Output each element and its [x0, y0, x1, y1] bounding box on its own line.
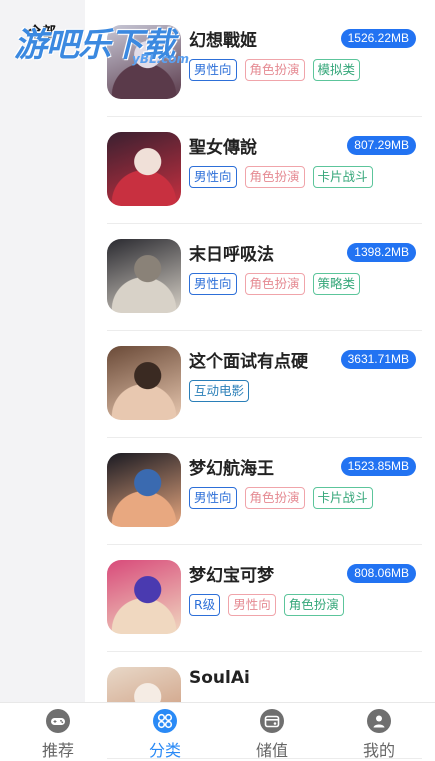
- tab-recommend[interactable]: 推荐: [4, 703, 112, 760]
- category-icon: [153, 709, 177, 733]
- game-tag: 男性向: [189, 166, 237, 188]
- game-name[interactable]: 聖女傳說: [189, 133, 257, 158]
- game-tag: 男性向: [228, 594, 276, 616]
- game-tags: 男性向 角色扮演 卡片战斗: [189, 487, 373, 509]
- game-tags: 互动电影: [189, 380, 250, 402]
- game-size-badge: 808.06MB: [347, 564, 416, 583]
- game-tag: 模拟类: [312, 59, 361, 81]
- game-tag: 卡片战斗: [312, 487, 373, 509]
- game-name[interactable]: 末日呼吸法: [189, 240, 274, 265]
- game-list-item[interactable]: 梦幻宝可梦 808.06MB R级 男性向 角色扮演: [107, 544, 422, 652]
- game-name[interactable]: SoulAi: [189, 668, 250, 688]
- game-tag: 角色扮演: [244, 59, 305, 81]
- game-tags: 男性向 角色扮演 卡片战斗: [189, 166, 373, 188]
- game-list-item[interactable]: 梦幻航海王 1523.85MB 男性向 角色扮演 卡片战斗: [107, 437, 422, 545]
- tab-recharge[interactable]: 储值: [218, 703, 326, 760]
- category-sidebar: [0, 0, 85, 702]
- game-tag: 卡片战斗: [312, 166, 373, 188]
- user-icon: [367, 709, 391, 733]
- game-tag: 男性向: [189, 273, 237, 295]
- tab-category[interactable]: 分类: [111, 703, 219, 760]
- game-size-badge: 3631.71MB: [340, 350, 416, 369]
- game-size-badge: 1526.22MB: [340, 29, 416, 48]
- bottom-tabbar: 推荐 分类 储值 我的: [0, 702, 435, 760]
- game-size-badge: 1523.85MB: [340, 457, 416, 476]
- game-tag: 角色扮演: [244, 487, 305, 509]
- tab-label: 储值: [255, 741, 288, 760]
- game-thumbnail[interactable]: [107, 560, 181, 634]
- game-list-item[interactable]: 这个面试有点硬 3631.71MB 互动电影: [107, 330, 422, 438]
- game-tags: R级 男性向 角色扮演: [189, 594, 344, 616]
- game-name[interactable]: 幻想戰姬: [189, 26, 257, 51]
- game-tag: 策略类: [312, 273, 361, 295]
- game-thumbnail[interactable]: [107, 346, 181, 420]
- game-tags: 男性向 角色扮演 策略类: [189, 273, 361, 295]
- tab-label: 推荐: [41, 741, 74, 760]
- tab-label: 我的: [362, 741, 395, 760]
- game-thumbnail[interactable]: [107, 239, 181, 313]
- game-name[interactable]: 梦幻航海王: [189, 454, 274, 479]
- game-tag: 男性向: [189, 59, 237, 81]
- game-list-item[interactable]: 末日呼吸法 1398.2MB 男性向 角色扮演 策略类: [107, 223, 422, 331]
- game-name[interactable]: 这个面试有点硬: [189, 347, 308, 372]
- game-size-badge: 807.29MB: [347, 136, 416, 155]
- game-tags: 男性向 角色扮演 模拟类: [189, 59, 361, 81]
- tab-mine[interactable]: 我的: [325, 703, 433, 760]
- gamepad-icon: [46, 709, 70, 733]
- game-list-item[interactable]: 聖女傳說 807.29MB 男性向 角色扮演 卡片战斗: [107, 116, 422, 224]
- game-tag: R级: [189, 594, 221, 616]
- game-tag: 角色扮演: [244, 166, 305, 188]
- watermark-logo: 游吧乐下载 yBL.com: [14, 18, 189, 66]
- game-size-badge: 1398.2MB: [347, 243, 416, 262]
- game-tag: 角色扮演: [283, 594, 344, 616]
- wallet-icon: [260, 709, 284, 733]
- tab-label: 分类: [148, 741, 181, 760]
- game-name[interactable]: 梦幻宝可梦: [189, 561, 274, 586]
- watermark-sub: yBL.com: [132, 52, 190, 66]
- game-tag: 角色扮演: [244, 273, 305, 295]
- game-tag: 互动电影: [189, 380, 250, 402]
- game-thumbnail[interactable]: [107, 132, 181, 206]
- game-tag: 男性向: [189, 487, 237, 509]
- game-thumbnail[interactable]: [107, 453, 181, 527]
